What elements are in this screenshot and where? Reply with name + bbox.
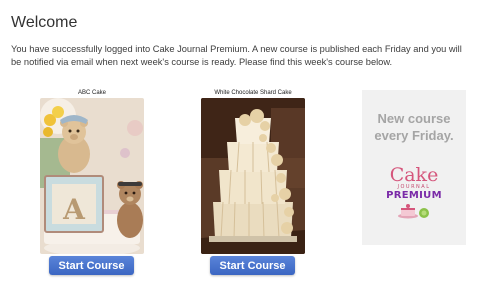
promo-panel: New course every Friday. Cake JOURNAL PR… bbox=[362, 90, 466, 245]
page-title: Welcome bbox=[11, 14, 78, 31]
promo-line-1: New course bbox=[377, 111, 451, 126]
course-card-white-chocolate: White Chocolate Shard Cake bbox=[201, 90, 305, 254]
promo-text: New course every Friday. bbox=[362, 110, 466, 144]
promo-line-2: every Friday. bbox=[374, 128, 454, 143]
cake-logo-icon bbox=[398, 204, 429, 219]
course-title: ABC Cake bbox=[77, 90, 106, 96]
course-image-abc-cake[interactable]: A bbox=[40, 98, 144, 254]
intro-text: You have successfully logged into Cake J… bbox=[11, 44, 462, 67]
logo-word-premium: PREMIUM bbox=[386, 190, 442, 201]
start-course-button-abc[interactable]: Start Course bbox=[49, 256, 134, 275]
svg-text:A: A bbox=[62, 193, 86, 226]
course-card-abc: ABC Cake A bbox=[40, 90, 144, 254]
course-image-white-chocolate-shard-cake[interactable] bbox=[201, 98, 305, 254]
cake-journal-premium-logo: Cake JOURNAL PREMIUM bbox=[362, 166, 466, 224]
course-title: White Chocolate Shard Cake bbox=[214, 90, 292, 96]
logo-word-cake: Cake bbox=[389, 164, 439, 186]
start-course-button-white-chocolate[interactable]: Start Course bbox=[210, 256, 295, 275]
